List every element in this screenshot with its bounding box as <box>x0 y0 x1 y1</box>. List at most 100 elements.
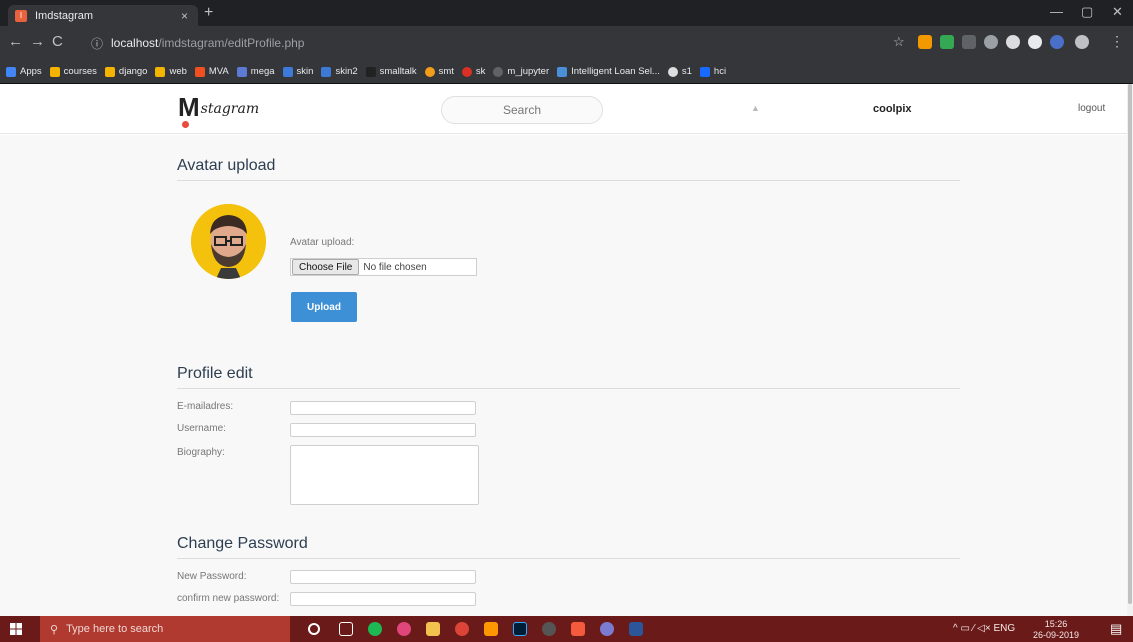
bookmark-s1[interactable]: s1 <box>667 66 692 77</box>
logo-m-mark: M <box>178 92 200 122</box>
bookmark-smalltalk[interactable]: smalltalk <box>365 66 417 77</box>
bookmark-star-icon[interactable]: ☆ <box>893 34 905 50</box>
avatar-image <box>191 204 266 279</box>
forward-icon[interactable]: → <box>30 33 45 50</box>
bookmark-label: smalltalk <box>379 66 417 77</box>
avatar-section-title: Avatar upload <box>177 157 276 174</box>
bookmark-intelligent-loan[interactable]: Intelligent Loan Sel... <box>557 66 660 77</box>
sublime-text-icon[interactable] <box>484 622 498 636</box>
section-divider <box>177 558 960 559</box>
taskbar-clock[interactable]: 15:26 26-09-2019 <box>1033 619 1079 641</box>
profile-avatar-icon[interactable] <box>1075 35 1089 49</box>
check-icon <box>321 66 332 77</box>
apps-grid-icon <box>6 66 16 77</box>
notification-icon[interactable]: ▲ <box>751 103 760 113</box>
file-explorer-icon[interactable] <box>426 622 440 636</box>
site-logo[interactable]: M stagram <box>178 92 259 128</box>
notification-center-icon[interactable]: ▤ <box>1110 621 1122 637</box>
search-input[interactable]: Search <box>441 96 603 124</box>
profile-section-title: Profile edit <box>177 365 253 382</box>
confirm-password-field[interactable] <box>290 592 476 606</box>
bookmark-label: Apps <box>20 66 42 77</box>
menu-kebab-icon[interactable]: ⋮ <box>1110 33 1124 50</box>
cortana-icon[interactable] <box>308 623 320 635</box>
logout-link[interactable]: logout <box>1078 103 1105 114</box>
username-field[interactable] <box>290 423 476 437</box>
word-icon[interactable] <box>629 622 643 636</box>
smt-icon <box>424 66 435 77</box>
username-label: Username: <box>177 423 226 434</box>
email-field[interactable] <box>290 401 476 415</box>
bookmark-apps[interactable]: Apps <box>6 66 42 77</box>
new-tab-button[interactable]: + <box>204 4 213 22</box>
biography-textarea[interactable] <box>290 445 479 505</box>
tab-close-icon[interactable]: × <box>181 9 188 23</box>
bookmark-mega[interactable]: mega <box>236 66 275 77</box>
taskbar-search-input[interactable]: ⚲ Type here to search <box>40 616 290 642</box>
bookmark-label: skin2 <box>335 66 358 77</box>
app-icon[interactable] <box>600 622 614 636</box>
edit-profile-content: Avatar upload Avatar upload: Choose File… <box>0 135 1133 616</box>
download-extension-icon[interactable] <box>918 35 932 49</box>
windows-taskbar: ⚲ Type here to search ^ ▭ ⁄ ◁× ENG 15:26… <box>0 616 1133 642</box>
puzzle-extension-icon[interactable] <box>984 35 998 49</box>
xampp-icon[interactable] <box>571 622 585 636</box>
github-icon <box>493 66 504 77</box>
window-close-icon[interactable]: ✕ <box>1112 4 1123 20</box>
avatar-illustration <box>191 204 266 279</box>
medium-icon <box>365 66 376 77</box>
site-info-icon[interactable]: ⓘ <box>91 35 103 52</box>
site-navbar: M stagram Search ▲ coolpix logout <box>0 84 1133 134</box>
page-icon <box>557 66 568 77</box>
bookmark-label: smt <box>438 66 454 77</box>
minimize-icon[interactable]: — <box>1050 4 1063 19</box>
e-extension-icon[interactable] <box>962 35 976 49</box>
current-username[interactable]: coolpix <box>873 103 912 115</box>
extension-icon[interactable] <box>1006 35 1020 49</box>
microsoft-icon <box>194 66 205 77</box>
avatar-file-input[interactable]: Choose File No file chosen <box>290 258 477 276</box>
maximize-icon[interactable]: ▢ <box>1081 4 1093 20</box>
bookmark-m-jupyter[interactable]: m_jupyter <box>493 66 549 77</box>
bookmark-label: MVA <box>208 66 229 77</box>
bookmark-courses[interactable]: courses <box>49 66 97 77</box>
bookmark-django[interactable]: django <box>104 66 147 77</box>
task-view-icon[interactable] <box>339 622 353 636</box>
windows-start-icon[interactable] <box>10 623 22 635</box>
bookmark-web[interactable]: web <box>155 66 187 77</box>
globe-icon <box>667 66 678 77</box>
choose-file-button[interactable]: Choose File <box>292 259 360 275</box>
upload-button[interactable]: Upload <box>291 292 357 322</box>
section-divider <box>177 388 960 389</box>
bookmark-label: m_jupyter <box>507 66 550 77</box>
address-bar[interactable]: ⓘ localhost /imdstagram/editProfile.php <box>87 31 907 55</box>
photoshop-icon[interactable] <box>513 622 527 636</box>
bookmark-label: hci <box>713 66 727 77</box>
section-divider <box>177 180 960 181</box>
bookmark-skin2[interactable]: skin2 <box>321 66 358 77</box>
back-icon[interactable]: ← <box>8 33 23 50</box>
shield-extension-icon[interactable] <box>940 35 954 49</box>
bookmark-skin[interactable]: skin <box>282 66 313 77</box>
spotify-icon[interactable] <box>368 622 382 636</box>
sk-icon <box>461 66 472 77</box>
reload-icon[interactable]: C <box>52 33 63 50</box>
folder-icon <box>49 66 60 77</box>
bookmark-hci[interactable]: hci <box>699 66 727 77</box>
app-icon[interactable] <box>542 622 556 636</box>
bookmark-label: web <box>169 66 187 77</box>
file-status-text: No file chosen <box>363 261 427 273</box>
taskbar-search-placeholder: Type here to search <box>66 623 164 635</box>
bookmark-smt[interactable]: smt <box>424 66 454 77</box>
chrome-extension-icon[interactable] <box>1028 35 1042 49</box>
browser-tab[interactable]: I Imdstagram × <box>8 5 198 26</box>
scrollbar-thumb[interactable] <box>1128 84 1132 604</box>
bookmark-mva[interactable]: MVA <box>194 66 229 77</box>
chrome-icon[interactable] <box>455 622 469 636</box>
system-tray[interactable]: ^ ▭ ⁄ ◁× ENG <box>953 623 1015 634</box>
bookmark-sk[interactable]: sk <box>461 66 485 77</box>
search-icon: ⚲ <box>50 623 59 636</box>
new-password-field[interactable] <box>290 570 476 584</box>
app-icon[interactable] <box>397 622 411 636</box>
blue-extension-icon[interactable] <box>1050 35 1064 49</box>
